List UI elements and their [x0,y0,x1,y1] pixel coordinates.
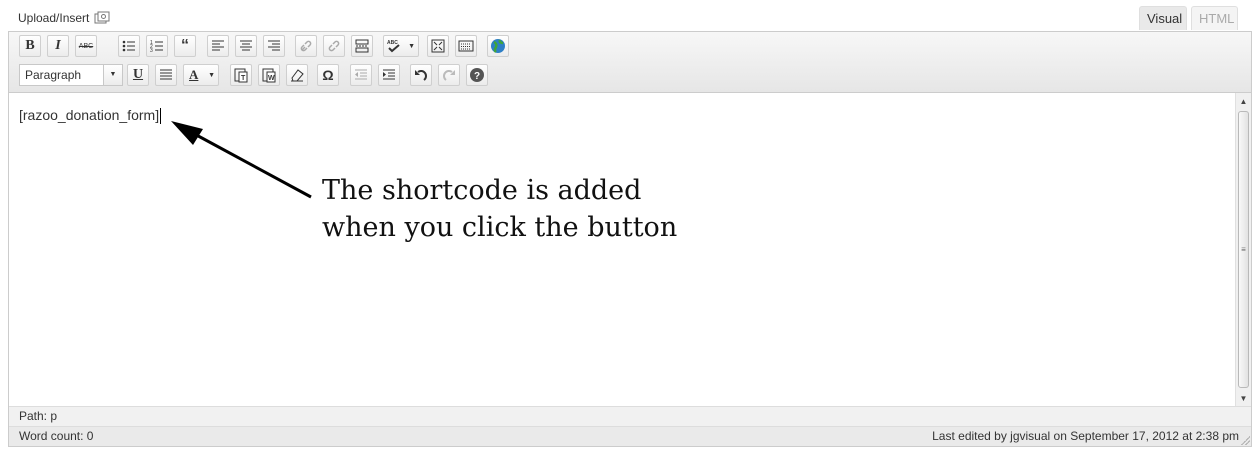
justify-button[interactable] [155,64,177,86]
align-center-button[interactable] [235,35,257,57]
omega-icon: Ω [322,67,334,83]
scroll-up-icon[interactable]: ▲ [1236,93,1251,109]
align-right-button[interactable] [263,35,285,57]
spellcheck-button[interactable]: ABC ▼ [383,35,419,57]
format-select-value: Paragraph [25,68,82,82]
editor-toolbar: B I ABC 123 “ ABC ▼ Paragraph ▼ U A ▼ T … [9,32,1251,93]
vertical-scrollbar[interactable]: ▲ ≡ ▼ [1235,93,1251,406]
numbered-list-button[interactable]: 123 [146,35,168,57]
unlink-icon [328,40,340,52]
eraser-icon [291,69,304,82]
underline-icon: U [132,67,144,82]
editor-header: Upload/Insert Visual HTML [0,0,1259,31]
remove-link-button[interactable] [323,35,345,57]
text-color-dropdown-icon[interactable]: ▼ [208,72,215,79]
path-element[interactable]: p [50,409,57,423]
spellcheck-icon: ABC [387,40,400,53]
word-count: Word count: 0 [19,429,94,443]
text-color-button[interactable]: A ▼ [183,64,219,86]
link-icon [300,40,312,52]
paste-word-icon: W [262,68,276,83]
add-media-icon[interactable] [94,11,110,25]
upload-insert-link[interactable]: Upload/Insert [18,11,110,25]
paste-text-icon: T [234,68,248,83]
align-left-icon [212,40,224,51]
scroll-thumb[interactable]: ≡ [1238,111,1249,388]
format-select-arrow-icon[interactable]: ▼ [103,65,122,85]
bold-icon: B [25,38,35,53]
annotation-arrow [171,121,312,199]
clear-formatting-button[interactable] [286,64,308,86]
status-bar: Word count: 0 Last edited by jgvisual on… [9,426,1251,446]
path-bar: Path: p [9,406,1251,426]
last-edited: Last edited by jgvisual on September 17,… [932,429,1239,443]
italic-icon: I [55,38,61,53]
format-select[interactable]: Paragraph ▼ [19,64,123,86]
undo-button[interactable] [410,64,432,86]
outdent-button[interactable] [350,64,372,86]
strikethrough-button[interactable]: ABC [75,35,97,57]
tab-html[interactable]: HTML [1191,6,1238,30]
blockquote-icon: “ [181,37,189,54]
svg-text:W: W [268,75,275,82]
numbered-list-icon: 123 [150,40,163,54]
annotation-line-1: The shortcode is added [322,175,642,206]
paste-word-button[interactable]: W [258,64,280,86]
help-button[interactable]: ? [466,64,488,86]
bullet-list-button[interactable] [118,35,140,57]
resize-grip-icon[interactable] [1240,435,1250,445]
redo-icon [443,70,455,81]
upload-insert-label[interactable]: Upload/Insert [18,11,89,25]
blockquote-button[interactable]: “ [174,35,196,57]
path-label: Path: [19,409,48,423]
strikethrough-icon: ABC [78,42,94,50]
undo-icon [415,70,427,81]
fullscreen-button[interactable] [427,35,449,57]
outdent-icon [355,69,367,80]
indent-button[interactable] [378,64,400,86]
insert-more-button[interactable] [351,35,373,57]
text-color-icon: A [189,67,199,82]
special-char-button[interactable]: Ω [317,64,339,86]
grip-lines-icon: ≡ [1241,245,1246,254]
align-right-icon [268,40,280,51]
shortcode-text: [razoo_donation_form] [19,107,160,123]
scroll-down-icon[interactable]: ▼ [1236,390,1251,406]
svg-text:ABC: ABC [387,40,398,46]
insert-link-button[interactable] [295,35,317,57]
annotation-line-2: when you click the button [322,212,678,243]
align-left-button[interactable] [207,35,229,57]
svg-text:T: T [241,75,246,82]
svg-text:?: ? [474,71,480,82]
indent-icon [383,69,395,80]
globe-icon [491,39,505,53]
keyboard-icon [458,40,474,52]
more-tag-icon [355,39,369,53]
help-icon: ? [470,68,484,82]
spellcheck-dropdown-icon[interactable]: ▼ [408,43,415,50]
svg-text:3: 3 [150,48,153,54]
justify-icon [160,69,172,80]
paste-text-button[interactable]: T [230,64,252,86]
bullet-list-icon [122,40,135,52]
razoo-button[interactable] [487,35,509,57]
align-center-icon [240,40,252,51]
redo-button[interactable] [438,64,460,86]
tab-visual[interactable]: Visual [1139,6,1187,30]
editor-text[interactable]: [razoo_donation_form] [19,107,162,125]
underline-button[interactable]: U [127,64,149,86]
fullscreen-icon [431,39,445,53]
kitchen-sink-button[interactable] [455,35,477,57]
annotation-text: The shortcode is added when you click th… [322,172,677,246]
editor-content-area[interactable]: [razoo_donation_form] The shortcode is a… [9,93,1235,406]
tinymce-editor: B I ABC 123 “ ABC ▼ Paragraph ▼ U A ▼ T … [8,31,1252,447]
italic-button[interactable]: I [47,35,69,57]
bold-button[interactable]: B [19,35,41,57]
